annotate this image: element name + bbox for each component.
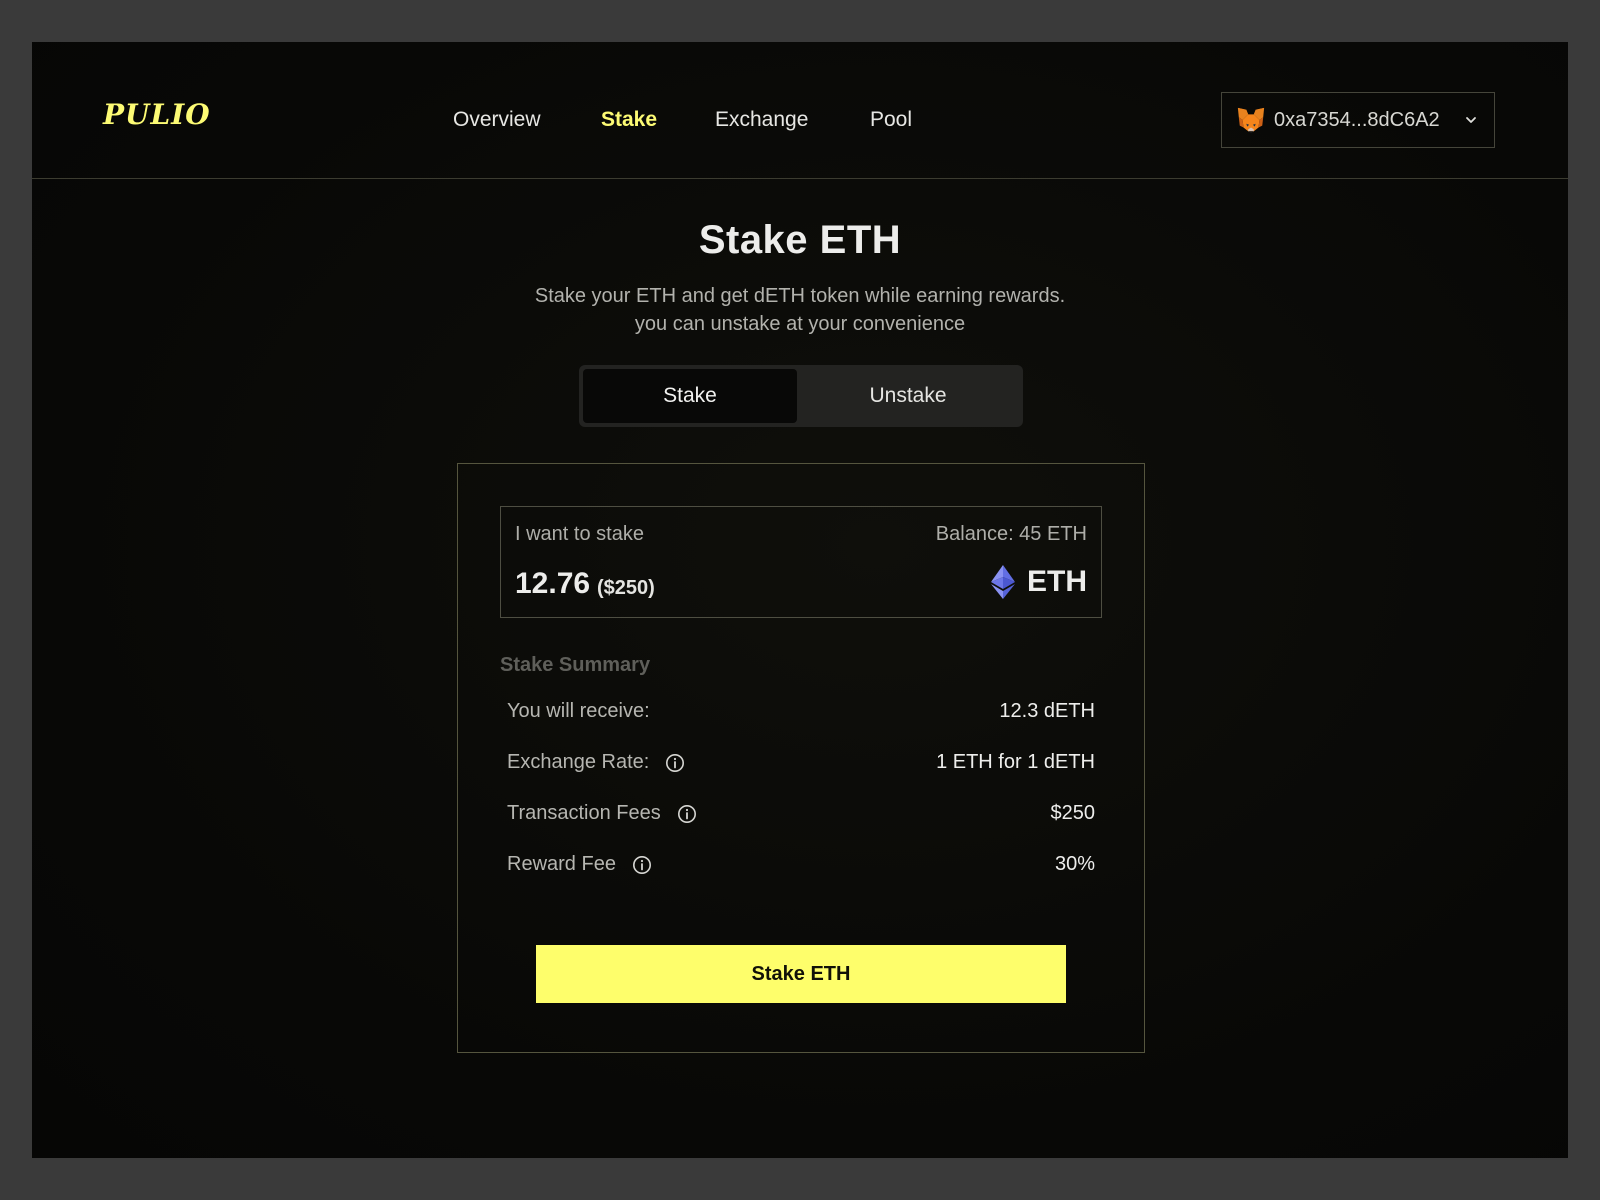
page-subtitle-line-2: you can unstake at your convenience bbox=[634, 313, 966, 335]
summary-row-exchange-rate: Exchange Rate: 1 ETH for 1 dETH bbox=[507, 751, 1095, 781]
reward-fee-value: 30% bbox=[1054, 853, 1095, 875]
tab-unstake[interactable]: Unstake bbox=[797, 369, 1019, 423]
info-icon[interactable] bbox=[677, 804, 697, 824]
app-window: PULIO Overview Stake Exchange Pool 0xa73 bbox=[32, 42, 1568, 1158]
token-symbol: ETH bbox=[1027, 565, 1087, 598]
receive-label: You will receive: bbox=[507, 700, 650, 722]
receive-value: 12.3 dETH bbox=[999, 700, 1095, 722]
summary-row-label: Exchange Rate: bbox=[507, 751, 685, 774]
stake-card: I want to stake Balance: 45 ETH ($250) E… bbox=[457, 463, 1145, 1053]
wallet-address: 0xa7354...8dC6A2 bbox=[1274, 108, 1440, 131]
stake-amount-label: I want to stake bbox=[515, 523, 644, 545]
nav-item-exchange[interactable]: Exchange bbox=[715, 108, 808, 132]
stake-summary-heading: Stake Summary bbox=[500, 654, 651, 676]
reward-fee-label: Reward Fee bbox=[507, 853, 616, 875]
exchange-rate-value: 1 ETH for 1 dETH bbox=[936, 751, 1095, 773]
summary-row-label: You will receive: bbox=[507, 700, 650, 723]
metamask-fox-icon bbox=[1237, 107, 1265, 134]
stake-amount-field[interactable]: I want to stake Balance: 45 ETH ($250) E… bbox=[500, 506, 1102, 618]
token-selector[interactable]: ETH bbox=[991, 565, 1087, 599]
nav-item-stake[interactable]: Stake bbox=[601, 108, 657, 132]
stake-eth-button[interactable]: Stake ETH bbox=[536, 945, 1066, 1003]
page-title: Stake ETH bbox=[698, 218, 902, 262]
summary-row-label: Reward Fee bbox=[507, 853, 652, 876]
tab-stake[interactable]: Stake bbox=[583, 369, 797, 423]
balance-readout: Balance: 45 ETH bbox=[935, 523, 1087, 545]
summary-row-transaction-fees: Transaction Fees $250 bbox=[507, 802, 1095, 832]
transaction-fees-label: Transaction Fees bbox=[507, 802, 661, 824]
info-icon[interactable] bbox=[632, 855, 652, 875]
stake-amount-usd: ($250) bbox=[597, 577, 655, 599]
info-icon[interactable] bbox=[665, 753, 685, 773]
ethereum-icon bbox=[991, 565, 1015, 599]
chevron-down-icon[interactable] bbox=[1464, 113, 1478, 127]
stake-unstake-toggle: Stake Unstake bbox=[579, 365, 1023, 427]
wallet-connect-button[interactable]: 0xa7354...8dC6A2 bbox=[1221, 92, 1495, 148]
page-subtitle-line-1: Stake your ETH and get dETH token while … bbox=[534, 285, 1066, 307]
stake-amount-input[interactable] bbox=[515, 567, 597, 601]
summary-row-reward-fee: Reward Fee 30% bbox=[507, 853, 1095, 883]
nav-item-overview[interactable]: Overview bbox=[453, 108, 541, 132]
nav-item-pool[interactable]: Pool bbox=[870, 108, 912, 132]
transaction-fees-value: $250 bbox=[1050, 802, 1096, 824]
top-navbar: PULIO Overview Stake Exchange Pool 0xa73 bbox=[32, 42, 1568, 179]
summary-row-label: Transaction Fees bbox=[507, 802, 697, 825]
summary-row-receive: You will receive: 12.3 dETH bbox=[507, 700, 1095, 730]
exchange-rate-label: Exchange Rate: bbox=[507, 751, 650, 773]
